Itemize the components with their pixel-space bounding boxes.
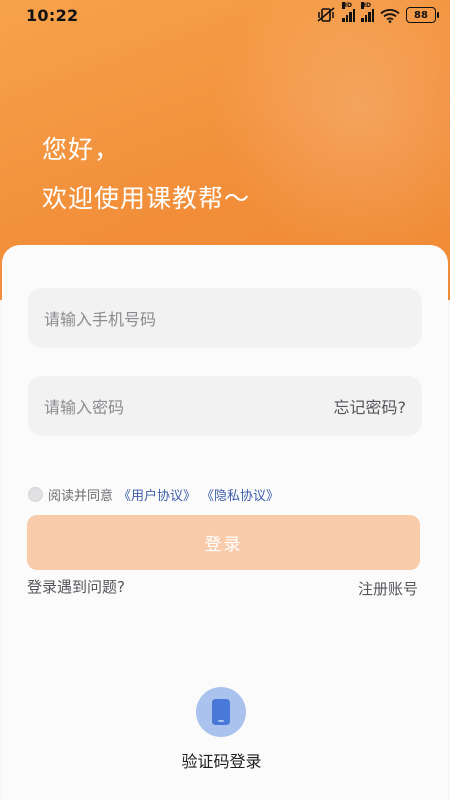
mute-vibrate-icon xyxy=(317,7,335,22)
privacy-policy-link[interactable]: 《隐私协议》 xyxy=(201,485,279,504)
signal-icon-2: HD xyxy=(361,1,374,22)
forgot-password-link[interactable]: 忘记密码? xyxy=(334,394,407,418)
sms-login-button[interactable] xyxy=(196,687,246,737)
user-agreement-link[interactable]: 《用户协议》 xyxy=(118,485,196,504)
phone-input-placeholder: 请输入手机号码 xyxy=(44,310,157,329)
password-input[interactable]: 请输入密码 忘记密码? xyxy=(28,376,422,436)
password-input-placeholder: 请输入密码 xyxy=(44,398,125,417)
register-link[interactable]: 注册账号 xyxy=(358,578,418,599)
agreement-text: 阅读并同意 xyxy=(48,489,114,504)
signal-icon-1: HD xyxy=(342,1,355,22)
agreement-row: 阅读并同意 《用户协议》 《隐私协议》 xyxy=(28,485,279,504)
greeting-line-2: 欢迎使用课教帮～ xyxy=(42,183,251,213)
greeting-line-1: 您好， xyxy=(42,135,121,164)
status-bar: 10:22 HD HD 88 xyxy=(0,0,450,30)
login-problem-link[interactable]: 登录遇到问题? xyxy=(27,576,125,597)
greeting: 您好， 欢迎使用课教帮～ xyxy=(42,126,250,224)
phone-input[interactable]: 请输入手机号码 xyxy=(28,288,422,348)
login-button[interactable]: 登录 xyxy=(27,515,420,570)
wifi-icon xyxy=(380,8,400,23)
agreement-checkbox[interactable] xyxy=(28,487,43,502)
sms-login-label[interactable]: 验证码登录 xyxy=(0,748,443,772)
status-time: 10:22 xyxy=(26,5,79,25)
phone-icon xyxy=(212,699,230,725)
battery-icon: 88 xyxy=(406,7,439,23)
status-icons: HD HD 88 xyxy=(316,1,439,23)
